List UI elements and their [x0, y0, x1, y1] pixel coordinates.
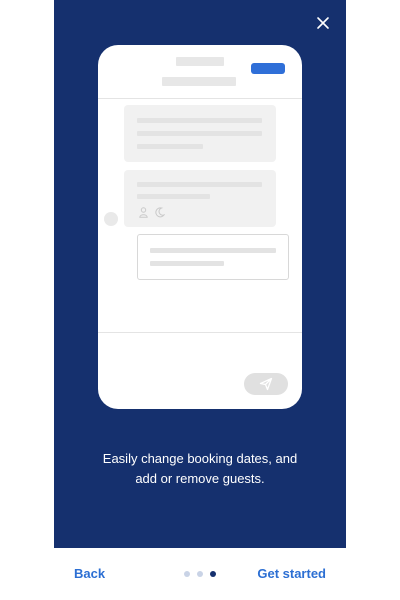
step-indicator	[184, 571, 216, 577]
placeholder-line	[150, 261, 224, 266]
step-dot-active	[210, 571, 216, 577]
header-divider	[98, 98, 302, 99]
placeholder-line	[137, 144, 203, 149]
message-bubble	[124, 105, 276, 162]
header-placeholder-line	[176, 57, 224, 66]
header-placeholder-line	[162, 77, 236, 86]
onboarding-screen: Easily change booking dates, and add or …	[0, 0, 400, 600]
message-bubble	[124, 170, 276, 227]
placeholder-line	[137, 118, 262, 123]
close-icon[interactable]	[315, 15, 331, 31]
paper-plane-icon	[259, 377, 273, 391]
placeholder-line	[137, 194, 210, 199]
step-dot	[184, 571, 190, 577]
step-dot	[197, 571, 203, 577]
booking-change-card	[137, 234, 289, 280]
placeholder-line	[137, 182, 262, 187]
back-button[interactable]: Back	[74, 566, 105, 581]
placeholder-line	[150, 248, 276, 253]
onboarding-caption: Easily change booking dates, and add or …	[102, 451, 298, 486]
composer-divider	[98, 332, 302, 333]
send-button	[244, 373, 288, 395]
get-started-button[interactable]: Get started	[257, 566, 326, 581]
onboarding-modal: Easily change booking dates, and add or …	[54, 0, 346, 548]
person-icon	[139, 207, 148, 218]
placeholder-line	[137, 131, 262, 136]
onboarding-footer: Back Get started	[54, 548, 346, 600]
avatar	[104, 212, 118, 226]
moon-icon	[155, 207, 165, 218]
header-placeholder-button	[251, 63, 285, 74]
phone-illustration	[98, 45, 302, 409]
